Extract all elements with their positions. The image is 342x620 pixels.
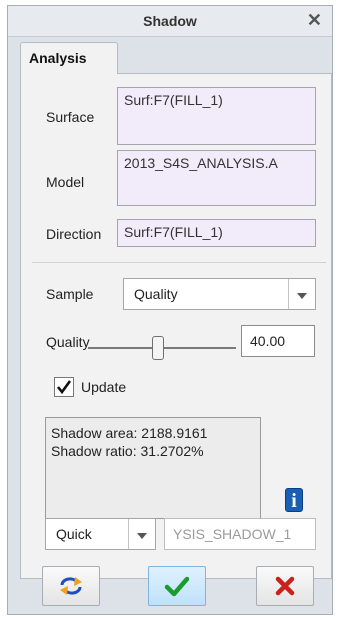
model-label: Model xyxy=(46,174,85,190)
checkmark-icon xyxy=(164,576,190,597)
model-collector[interactable]: 2013_S4S_ANALYSIS.A xyxy=(117,150,316,206)
info-icon[interactable]: i xyxy=(285,488,303,512)
output-name-value: YSIS_SHADOW_1 xyxy=(173,526,292,542)
shadow-ratio-text: Shadow ratio: 31.2702% xyxy=(51,443,204,459)
divider xyxy=(32,262,326,263)
chevron-down-icon[interactable] xyxy=(288,279,315,309)
mode-dropdown[interactable]: Quick xyxy=(45,518,156,550)
sample-label: Sample xyxy=(46,286,94,302)
update-label: Update xyxy=(81,379,127,395)
output-name-field[interactable]: YSIS_SHADOW_1 xyxy=(164,518,316,550)
surface-collector[interactable]: Surf:F7(FILL_1) xyxy=(117,87,316,145)
quality-value-field[interactable]: 40.00 xyxy=(241,325,315,357)
update-checkbox[interactable] xyxy=(54,377,74,397)
direction-collector[interactable]: Surf:F7(FILL_1) xyxy=(117,219,316,247)
quality-slider-thumb[interactable] xyxy=(152,336,164,360)
checkmark-icon xyxy=(56,380,72,395)
close-icon[interactable]: ✕ xyxy=(307,10,322,31)
chevron-down-icon[interactable] xyxy=(128,519,155,549)
surface-label: Surface xyxy=(46,109,95,125)
sample-dropdown[interactable]: Quality xyxy=(123,278,316,310)
repeat-button[interactable] xyxy=(42,566,100,606)
repeat-icon xyxy=(60,577,82,595)
ok-button[interactable] xyxy=(148,566,206,606)
quality-label: Quality xyxy=(46,334,90,350)
cancel-button[interactable] xyxy=(256,566,314,606)
title-bar[interactable]: Shadow ✕ xyxy=(8,6,332,37)
shadow-area-text: Shadow area: 2188.9161 xyxy=(51,425,208,441)
cancel-x-icon xyxy=(275,576,295,596)
tab-analysis[interactable]: Analysis xyxy=(20,42,118,74)
tab-label: Analysis xyxy=(29,50,87,66)
mode-selected-value: Quick xyxy=(56,526,92,542)
results-box: Shadow area: 2188.9161 Shadow ratio: 31.… xyxy=(45,417,261,519)
dialog-title: Shadow xyxy=(143,13,197,29)
quality-value: 40.00 xyxy=(250,333,286,349)
sample-selected-value: Quality xyxy=(134,286,178,302)
direction-label: Direction xyxy=(46,226,102,242)
